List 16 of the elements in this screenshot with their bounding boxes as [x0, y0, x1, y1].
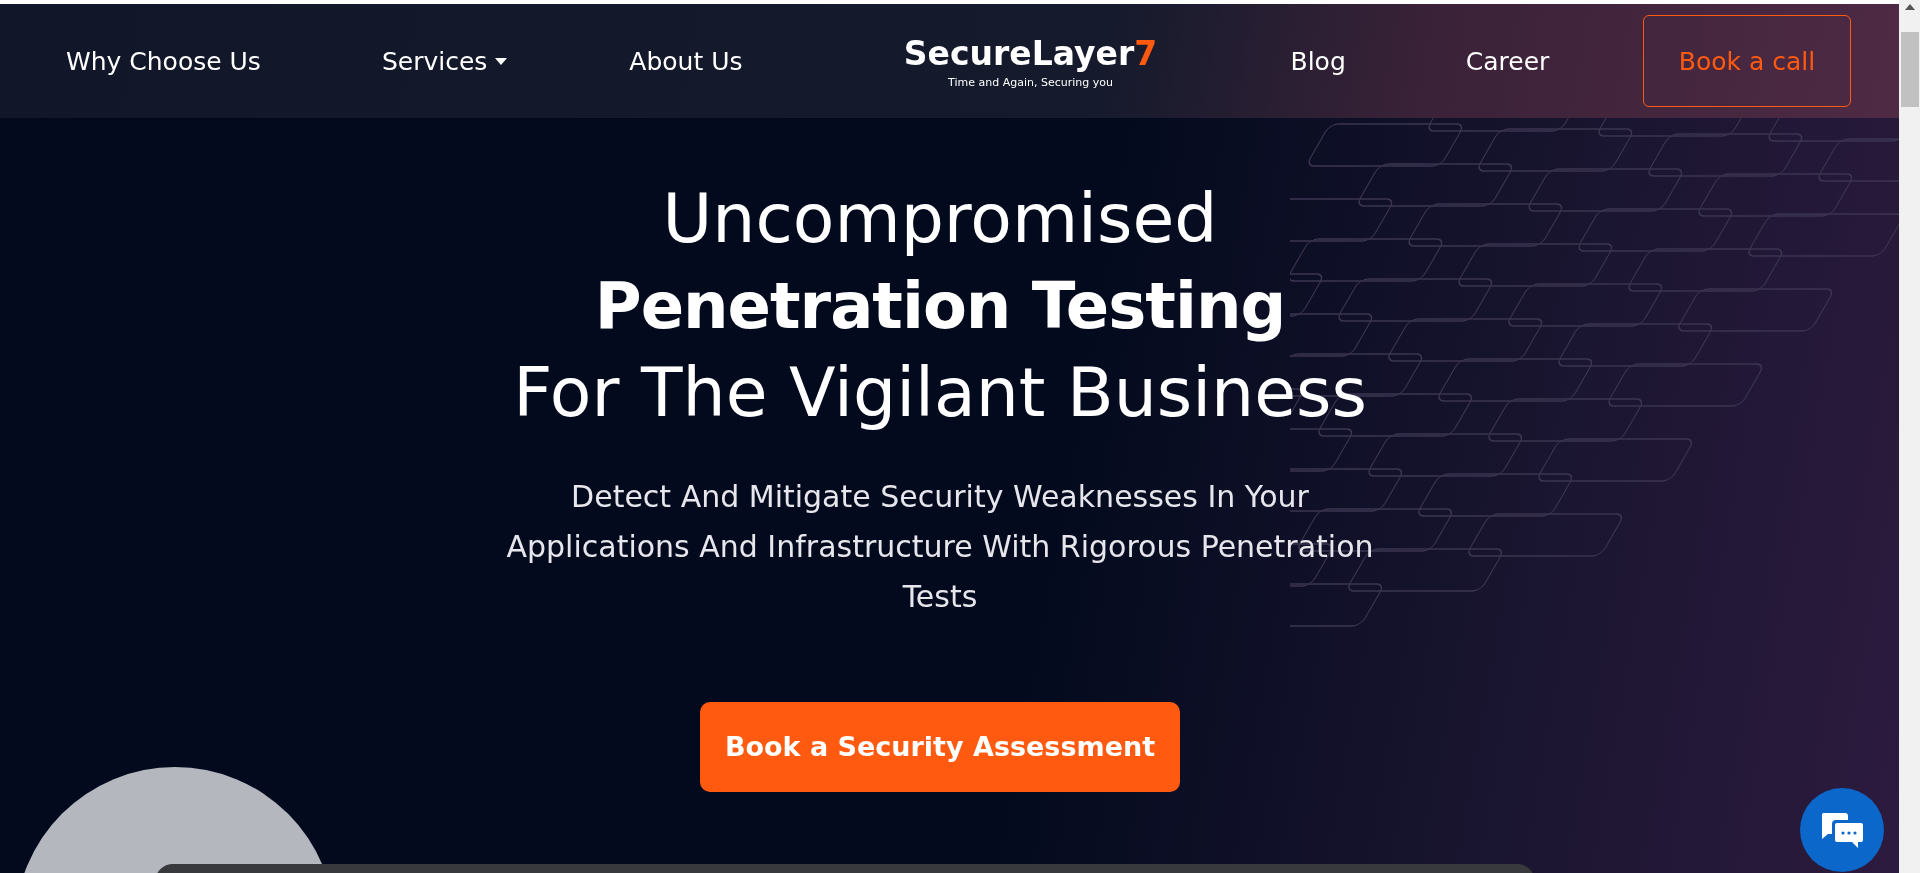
scrollbar-thumb[interactable] — [1900, 32, 1919, 107]
hero-title: For The Vigilant Business — [513, 352, 1367, 435]
nav-link[interactable]: Career — [1465, 46, 1550, 76]
nav-link[interactable]: Services — [381, 46, 508, 76]
chat-icon — [1820, 811, 1864, 849]
nav-link[interactable]: About Us — [629, 46, 743, 76]
logo-tagline: Time and Again, Securing you — [948, 76, 1113, 90]
nav-link[interactable]: Blog — [1290, 46, 1346, 76]
hero-title: Uncompromised — [662, 178, 1218, 260]
hero-subtitle: Detect And Mitigate Security Weaknesses In Your Applications And Infrastructure With Rigorous Penetration Tests — [505, 477, 1375, 616]
logo[interactable]: SecureLayer7 — [903, 32, 1158, 75]
scroll-up-icon[interactable] — [1904, 4, 1915, 10]
book-call-button[interactable]: Book a call — [1643, 15, 1851, 107]
nav-link[interactable]: Why Choose Us — [66, 46, 261, 76]
hero-title: Penetration Testing — [594, 267, 1286, 345]
scrollbar[interactable] — [1899, 0, 1920, 873]
